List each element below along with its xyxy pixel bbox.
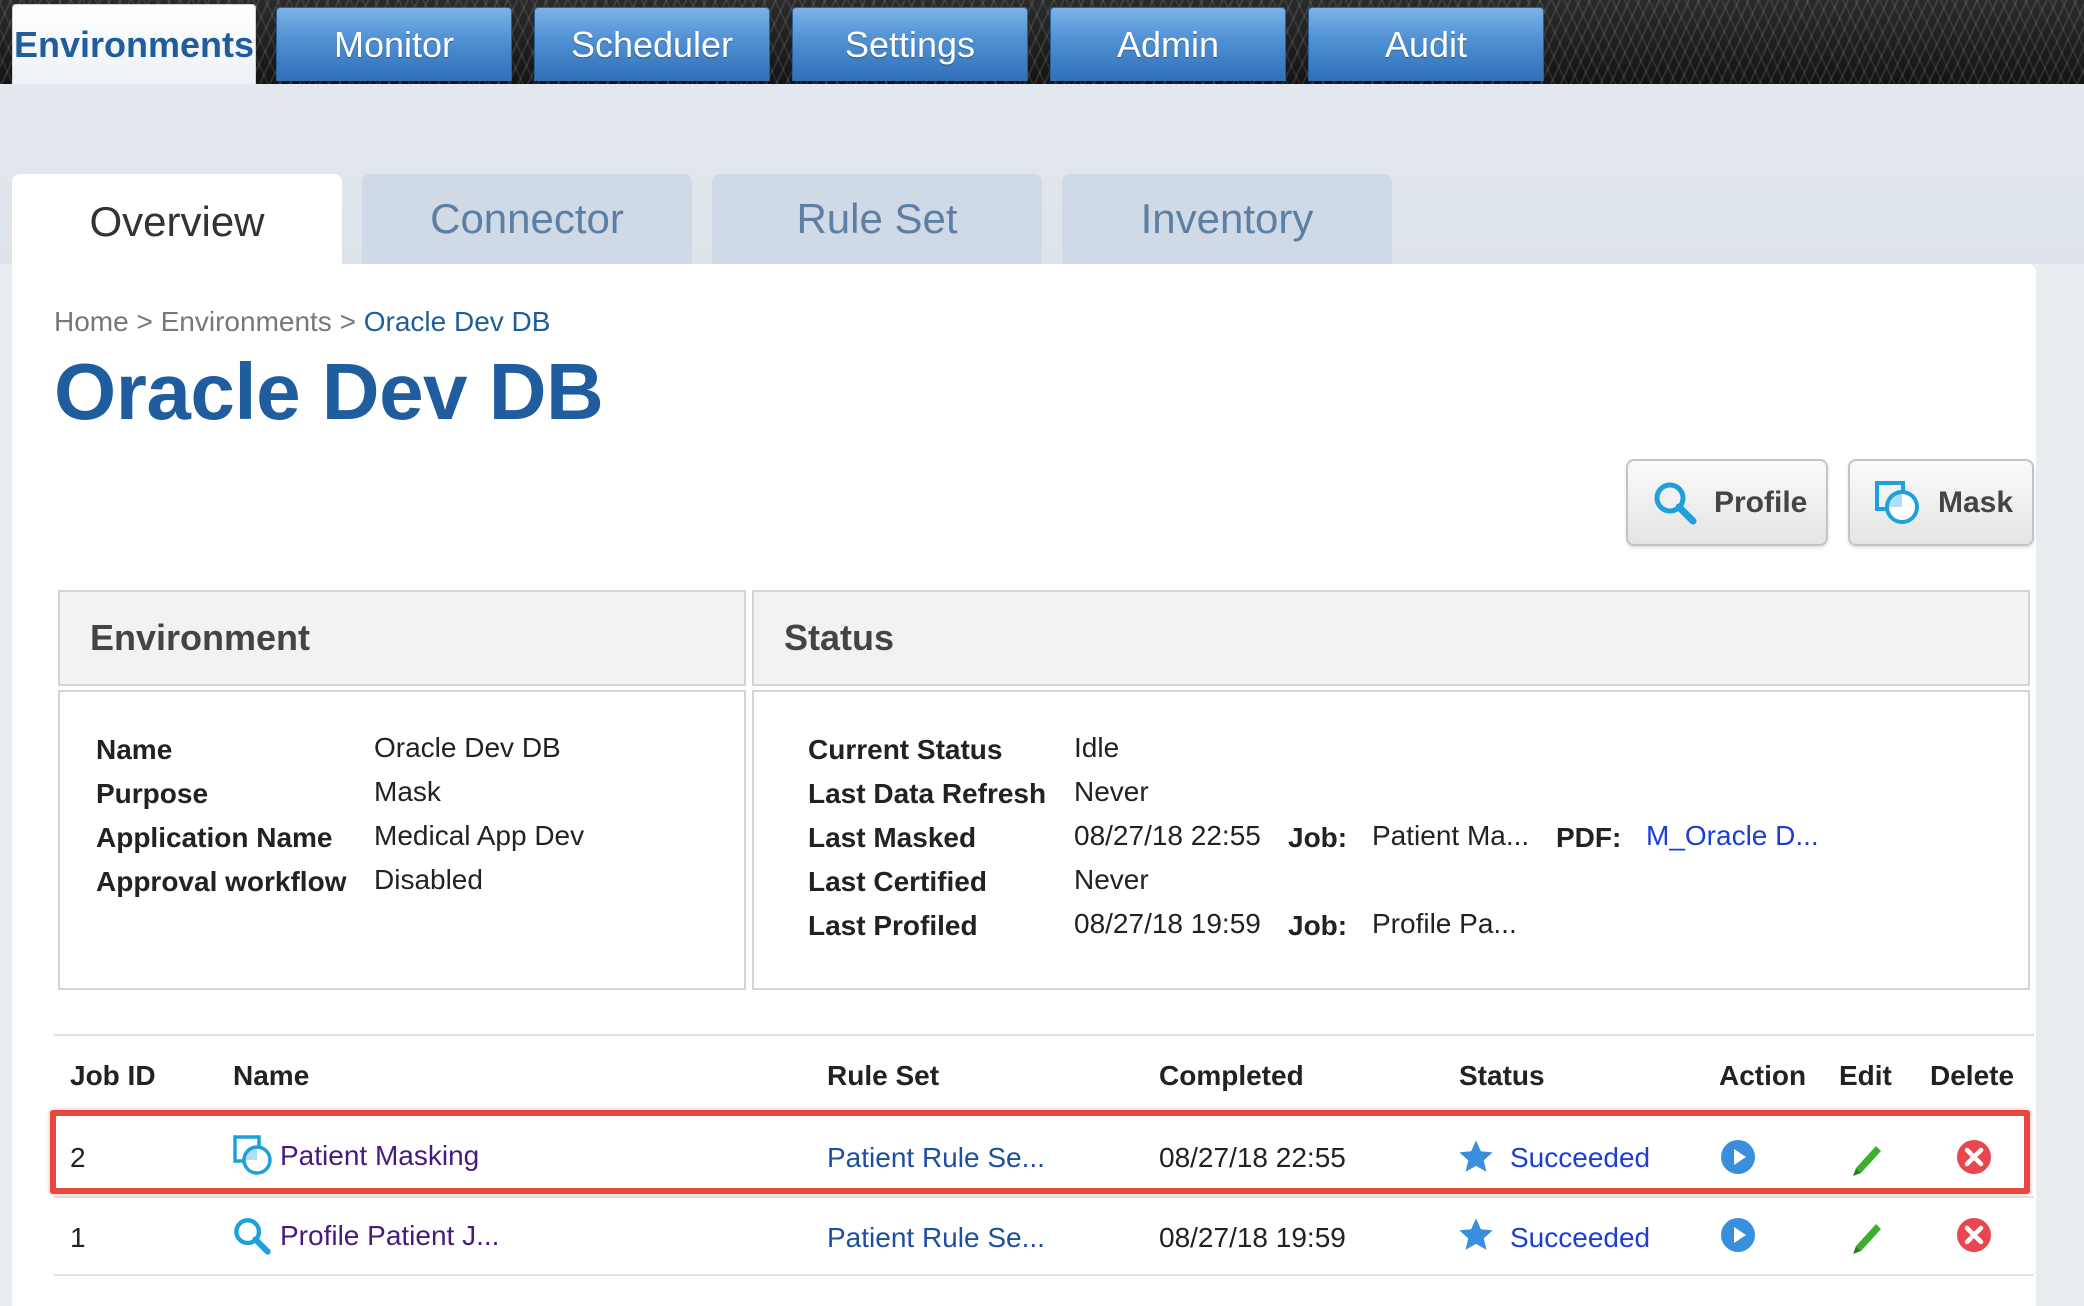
env-application-label: Application Name <box>96 822 333 853</box>
profile-button[interactable]: Profile <box>1626 459 1828 546</box>
env-name-value: Oracle Dev DB <box>374 732 561 763</box>
status-heading: Status <box>752 590 2030 686</box>
row-divider <box>54 1274 2034 1276</box>
last-profiled-job-label: Job: <box>1288 910 1348 941</box>
nav-tab-scheduler[interactable]: Scheduler <box>534 7 770 81</box>
col-header-name[interactable]: Name <box>233 1060 309 1092</box>
pencil-icon[interactable] <box>1848 1216 1886 1256</box>
tab-overview[interactable]: Overview <box>12 174 342 270</box>
breadcrumb-home[interactable]: Home <box>54 306 129 337</box>
col-header-action: Action <box>1719 1060 1807 1091</box>
last-profiled-job-value: Profile Pa... <box>1372 908 1517 939</box>
run-icon[interactable] <box>1719 1216 1757 1254</box>
last-masked-job-value: Patient Ma... <box>1372 820 1530 851</box>
table-top-border <box>54 1034 2034 1036</box>
tab-inventory[interactable]: Inventory <box>1062 174 1392 264</box>
breadcrumb: Home > Environments > Oracle Dev DB <box>54 306 550 338</box>
col-header-completed[interactable]: Completed <box>1159 1060 1304 1092</box>
last-masked-pdf-link[interactable]: M_Oracle D... <box>1646 820 1819 852</box>
mask-icon <box>1875 480 1919 524</box>
current-status-label: Current Status <box>808 734 1003 765</box>
breadcrumb-environments[interactable]: Environments <box>161 306 332 337</box>
nav-tab-environments[interactable]: Environments <box>12 4 256 84</box>
env-purpose-label: Purpose <box>96 778 209 809</box>
col-header-job-id[interactable]: Job ID <box>70 1060 156 1092</box>
breadcrumb-separator: > <box>339 306 356 337</box>
last-data-refresh-label: Last Data Refresh <box>808 778 1047 809</box>
nav-tab-audit[interactable]: Audit <box>1308 7 1544 81</box>
env-name-label: Name <box>96 734 173 765</box>
last-masked-job-label: Job: <box>1288 822 1348 853</box>
env-application-value: Medical App Dev <box>374 820 585 851</box>
last-certified-label: Last Certified <box>808 866 987 897</box>
last-profiled-value: 08/27/18 19:59 <box>1074 908 1261 939</box>
profile-button-label: Profile <box>1714 485 1808 519</box>
tab-rule-set[interactable]: Rule Set <box>712 174 1042 264</box>
breadcrumb-current: Oracle Dev DB <box>363 306 551 337</box>
search-icon <box>234 1218 271 1255</box>
nav-tab-admin[interactable]: Admin <box>1050 7 1286 81</box>
page-title: Oracle Dev DB <box>54 347 604 436</box>
col-header-rule-set[interactable]: Rule Set <box>827 1060 939 1092</box>
last-masked-pdf-label: PDF: <box>1556 822 1622 853</box>
current-status-value: Idle <box>1074 732 1120 763</box>
breadcrumb-separator: > <box>136 306 153 337</box>
env-approval-label: Approval workflow <box>96 866 347 897</box>
nav-tab-settings[interactable]: Settings <box>792 7 1028 81</box>
nav-tab-monitor[interactable]: Monitor <box>276 7 512 81</box>
env-approval-value: Disabled <box>374 864 483 895</box>
row-status: Succeeded <box>1510 1222 1651 1253</box>
search-icon <box>1654 482 1697 524</box>
col-header-delete: Delete <box>1930 1060 2015 1091</box>
last-certified-value: Never <box>1074 864 1149 895</box>
col-header-status[interactable]: Status <box>1459 1060 1545 1092</box>
row-completed: 08/27/18 19:59 <box>1159 1222 1346 1253</box>
last-masked-label: Last Masked <box>808 822 977 853</box>
mask-button-label: Mask <box>1938 485 2014 519</box>
delete-icon[interactable] <box>1955 1216 1993 1254</box>
env-purpose-value: Mask <box>374 776 441 807</box>
col-header-edit: Edit <box>1839 1060 1892 1091</box>
tab-connector[interactable]: Connector <box>362 174 692 264</box>
last-data-refresh-value: Never <box>1074 776 1149 807</box>
row-job-id: 1 <box>70 1222 86 1253</box>
environment-heading: Environment <box>58 590 746 686</box>
star-icon <box>1459 1218 1493 1250</box>
last-masked-value: 08/27/18 22:55 <box>1074 820 1261 851</box>
row-rule-set-link[interactable]: Patient Rule Se... <box>827 1222 1045 1254</box>
mask-button[interactable]: Mask <box>1848 459 2034 546</box>
row-job-name-link[interactable]: Profile Patient J... <box>280 1220 499 1252</box>
row-highlight-box <box>50 1110 2030 1194</box>
last-profiled-label: Last Profiled <box>808 910 978 941</box>
